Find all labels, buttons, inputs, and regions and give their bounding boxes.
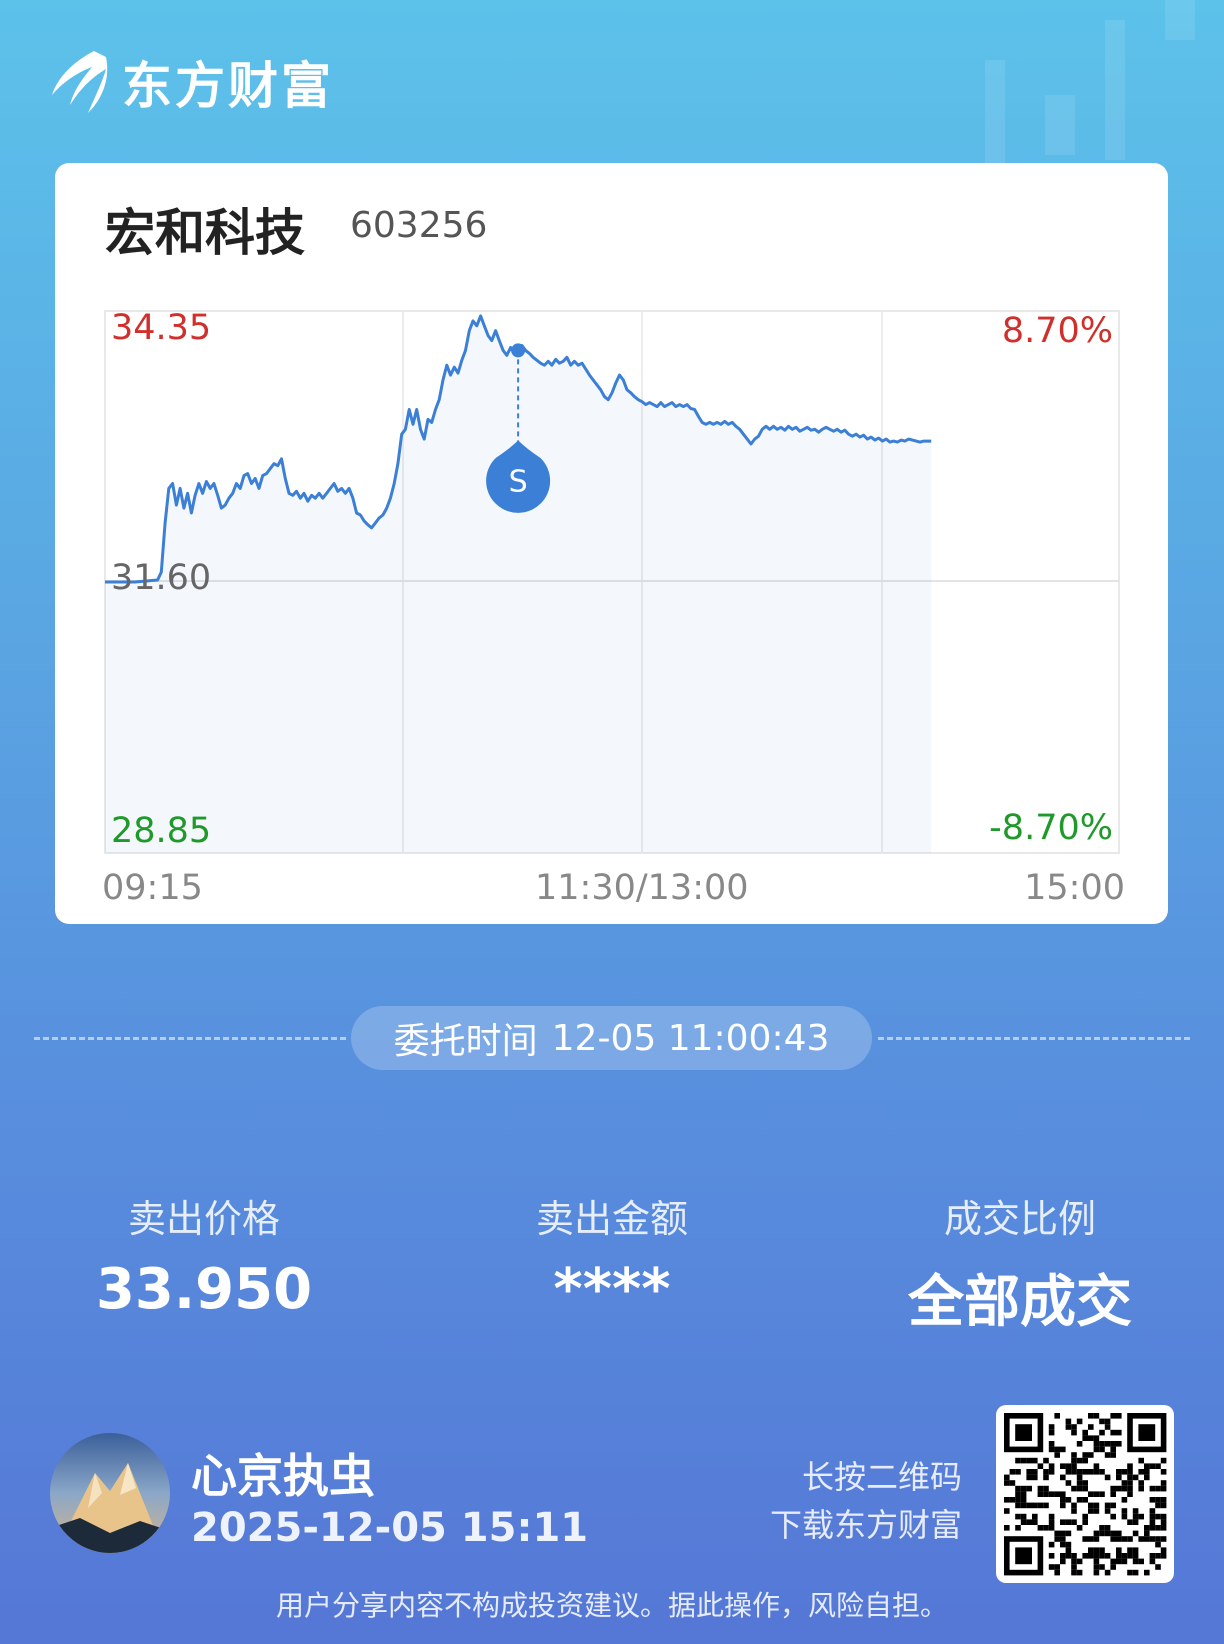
stock-chart-card: 宏和科技 603256 S 34.35 31.60 28.85 8.70% -8… (55, 163, 1168, 924)
qr-hint-line1: 长按二维码 (801, 1458, 962, 1496)
share-datetime: 2025-12-05 15:11 (191, 1505, 589, 1551)
stat-sell-amount: 卖出金额 **** (462, 1188, 762, 1322)
time-label-open: 09:15 (102, 868, 203, 908)
background-decoration (1165, 0, 1195, 40)
time-label-close: 15:00 (1024, 868, 1125, 908)
risk-disclaimer: 用户分享内容不构成投资建议。据此操作，风险自担。 (275, 1589, 948, 1622)
background-decoration (1045, 95, 1075, 155)
user-avatar[interactable] (50, 1433, 170, 1553)
user-name: 心京执虫 (191, 1449, 375, 1503)
pct-low-label: -8.70% (989, 808, 1113, 848)
qr-code-icon (1004, 1413, 1167, 1576)
trade-marker-dot (511, 343, 526, 358)
brand-logo: 东方财富 (48, 46, 334, 118)
pct-high-label: 8.70% (1001, 311, 1113, 351)
time-label-midday: 11:30/13:00 (535, 868, 749, 908)
stat-label: 卖出金额 (535, 1197, 688, 1241)
divider-right (878, 1037, 1190, 1040)
background-decoration (985, 60, 1005, 170)
divider-left (34, 1037, 346, 1040)
eastmoney-logo-icon (52, 51, 108, 113)
download-qr-code[interactable] (996, 1405, 1174, 1583)
order-time-value: 12-05 11:00:43 (551, 1017, 830, 1059)
qr-hint-line2: 下载东方财富 (769, 1506, 962, 1544)
stat-value: 33.950 (95, 1257, 313, 1322)
stat-label: 卖出价格 (127, 1197, 280, 1241)
stat-value: **** (553, 1257, 671, 1322)
order-time-label: 委托时间 (393, 1021, 538, 1062)
order-time-pill: 委托时间 12-05 11:00:43 (351, 1006, 872, 1070)
stat-sell-price: 卖出价格 33.950 (54, 1188, 354, 1322)
price-high-label: 34.35 (111, 308, 212, 348)
stat-label: 成交比例 (943, 1197, 1096, 1241)
stat-fill-ratio: 成交比例 全部成交 (870, 1188, 1170, 1338)
stat-value: 全部成交 (908, 1270, 1132, 1335)
sell-marker-label: S (509, 464, 528, 499)
price-mid-label: 31.60 (111, 558, 212, 598)
mountain-avatar-icon (50, 1433, 170, 1553)
price-low-label: 28.85 (111, 811, 212, 851)
background-decoration (1105, 20, 1125, 160)
brand-name: 东方财富 (122, 57, 334, 115)
